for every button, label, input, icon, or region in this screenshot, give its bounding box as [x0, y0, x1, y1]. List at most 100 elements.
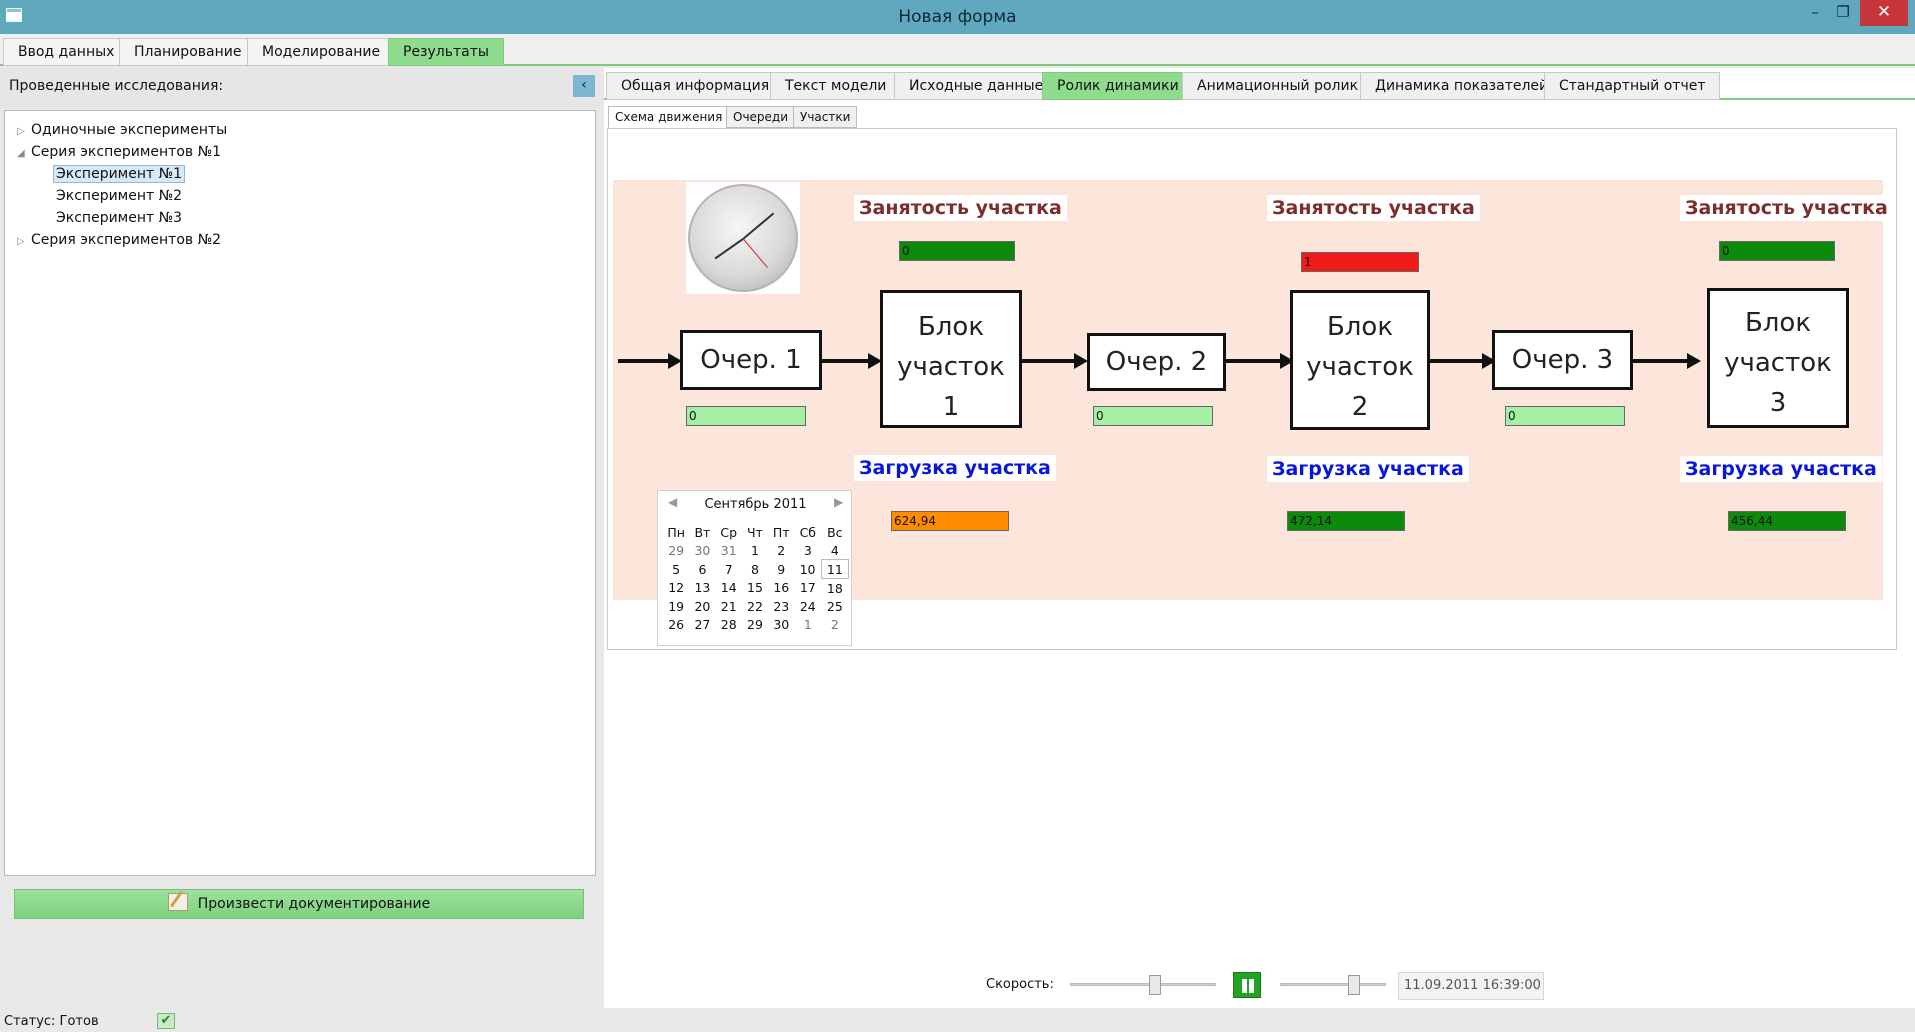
- calendar-day[interactable]: 31: [716, 541, 742, 560]
- timeline-slider-thumb[interactable]: [1348, 975, 1360, 995]
- calendar-day[interactable]: 12: [663, 579, 689, 598]
- queue-2-box: Очер. 2: [1087, 333, 1226, 391]
- calendar-day[interactable]: 21: [716, 597, 742, 615]
- tab-indicator-dynamics[interactable]: Динамика показателей: [1360, 72, 1564, 100]
- calendar-day[interactable]: 29: [742, 615, 768, 633]
- calendar-day[interactable]: 10: [794, 560, 821, 579]
- tab-animation-clip[interactable]: Анимационный ролик: [1182, 72, 1374, 100]
- tab-dynamics-clip[interactable]: Ролик динамики: [1042, 72, 1194, 100]
- queue-3-box: Очер. 3: [1492, 330, 1633, 390]
- subtab-sections[interactable]: Участки: [793, 106, 858, 128]
- collapse-arrow-icon[interactable]: ◢: [17, 143, 31, 165]
- calendar-day[interactable]: 7: [716, 560, 742, 579]
- calendar-day[interactable]: 15: [742, 579, 768, 598]
- calendar-day[interactable]: 16: [768, 579, 794, 598]
- tab-planning[interactable]: Планирование: [119, 38, 257, 66]
- queue-1-box: Очер. 1: [680, 330, 822, 390]
- calendar-day[interactable]: 1: [742, 541, 768, 560]
- expand-arrow-icon[interactable]: ▷: [17, 231, 31, 253]
- weekday: Вт: [694, 524, 711, 540]
- block-1-occupancy-label: Занятость участка: [854, 195, 1067, 221]
- calendar-day[interactable]: 29: [663, 541, 689, 560]
- calendar-day[interactable]: 9: [768, 560, 794, 579]
- tree-item-series-1[interactable]: ◢ Серия экспериментов №1: [17, 141, 577, 163]
- calendar-day[interactable]: 2: [821, 615, 848, 633]
- calendar-day-selected[interactable]: 11: [820, 559, 850, 579]
- results-tab-strip: Общая информация Текст модели Исходные д…: [604, 70, 1915, 100]
- calendar-day[interactable]: 25: [821, 597, 848, 615]
- studies-tree: ▷ Одиночные эксперименты ◢ Серия экспериме…: [4, 110, 596, 876]
- calendar-day[interactable]: 23: [768, 597, 794, 615]
- tab-model-text[interactable]: Текст модели: [770, 72, 902, 100]
- minimize-button[interactable]: –: [1802, 0, 1828, 26]
- next-month-icon[interactable]: ▶: [834, 495, 843, 509]
- pause-button[interactable]: [1233, 972, 1261, 998]
- tab-data-entry[interactable]: Ввод данных: [3, 38, 130, 66]
- status-text: Статус: Готов: [4, 1014, 99, 1029]
- tree-item-experiment-1[interactable]: Эксперимент №1: [17, 163, 577, 185]
- block-2-occupancy-bar: 1: [1301, 252, 1419, 272]
- block-3-load-bar: 456,44: [1728, 511, 1846, 531]
- calendar-grid: Пн Вт Ср Чт Пт Сб Вс 29 30 31 1 2 3 4 5 …: [663, 523, 850, 633]
- tab-results[interactable]: Результаты: [388, 38, 504, 66]
- calendar-day[interactable]: 20: [689, 597, 715, 615]
- document-button[interactable]: Произвести документирование: [14, 889, 584, 919]
- calendar-day[interactable]: 4: [821, 541, 848, 560]
- calendar-day[interactable]: 28: [716, 615, 742, 633]
- tab-general-info[interactable]: Общая информация: [606, 72, 785, 100]
- block-1-box: Блок участок 1: [880, 290, 1022, 428]
- flow-arrow-head: [1074, 353, 1088, 369]
- subtab-queues[interactable]: Очереди: [726, 106, 796, 128]
- block-2-box: Блок участок 2: [1290, 290, 1430, 430]
- calendar-day[interactable]: 22: [742, 597, 768, 615]
- weekday: Пт: [772, 524, 790, 540]
- main-tab-strip: Ввод данных Планирование Моделирование Р…: [0, 34, 1915, 66]
- close-button[interactable]: ✕: [1860, 0, 1908, 26]
- window-title: Новая форма: [898, 7, 1017, 27]
- expand-arrow-icon[interactable]: ▷: [17, 121, 31, 143]
- tab-modeling[interactable]: Моделирование: [247, 38, 396, 66]
- block-3-box: Блок участок 3: [1707, 288, 1849, 428]
- calendar-day[interactable]: 5: [663, 560, 689, 579]
- weekday: Пн: [667, 524, 685, 540]
- status-bar: [0, 1010, 1915, 1032]
- timeline-slider[interactable]: [1280, 983, 1386, 986]
- calendar-day[interactable]: 19: [663, 597, 689, 615]
- tree-item-experiment-2[interactable]: Эксперимент №2: [17, 185, 577, 207]
- calendar-day[interactable]: 17: [794, 579, 821, 598]
- calendar-day[interactable]: 30: [689, 541, 715, 560]
- speed-slider-thumb[interactable]: [1149, 975, 1161, 995]
- datetime-field: 11.09.2011 16:39:00: [1398, 972, 1544, 1000]
- calendar-day[interactable]: 6: [689, 560, 715, 579]
- calendar-day[interactable]: 13: [689, 579, 715, 598]
- maximize-button[interactable]: ❐: [1830, 0, 1856, 26]
- calendar-day[interactable]: 26: [663, 615, 689, 633]
- calendar-day[interactable]: 27: [689, 615, 715, 633]
- calendar-day[interactable]: 1: [794, 615, 821, 633]
- calendar-day[interactable]: 30: [768, 615, 794, 633]
- collapse-panel-button[interactable]: ‹: [573, 75, 595, 97]
- tree-item-series-2[interactable]: ▷ Серия экспериментов №2: [17, 229, 577, 251]
- check-icon: ✔: [157, 1013, 175, 1029]
- calendar-day[interactable]: 14: [716, 579, 742, 598]
- queue-1-count: 0: [686, 406, 806, 426]
- block-3-occupancy-bar: 0: [1719, 241, 1835, 261]
- tab-standard-report[interactable]: Стандартный отчет: [1544, 72, 1721, 100]
- subtab-movement-scheme[interactable]: Схема движения: [608, 106, 730, 128]
- tab-source-data[interactable]: Исходные данные: [894, 72, 1059, 100]
- tree-item-experiment-3[interactable]: Эксперимент №3: [17, 207, 577, 229]
- tree-item-single-experiments[interactable]: ▷ Одиночные эксперименты: [17, 119, 577, 141]
- speed-slider[interactable]: [1070, 983, 1216, 986]
- queue-2-count: 0: [1093, 406, 1213, 426]
- weekday: Чт: [747, 524, 763, 540]
- block-2-load-bar: 472,14: [1287, 511, 1405, 531]
- weekday: Сб: [799, 524, 817, 540]
- calendar-day[interactable]: 18: [821, 579, 848, 598]
- calendar-day[interactable]: 8: [742, 560, 768, 579]
- block-3-occupancy-label: Занятость участка: [1680, 195, 1893, 221]
- calendar-day[interactable]: 3: [794, 541, 821, 560]
- block-1-occupancy-bar: 0: [899, 241, 1015, 261]
- calendar-day[interactable]: 24: [794, 597, 821, 615]
- calendar-month: Сентябрь 2011: [704, 497, 807, 512]
- calendar-day[interactable]: 2: [768, 541, 794, 560]
